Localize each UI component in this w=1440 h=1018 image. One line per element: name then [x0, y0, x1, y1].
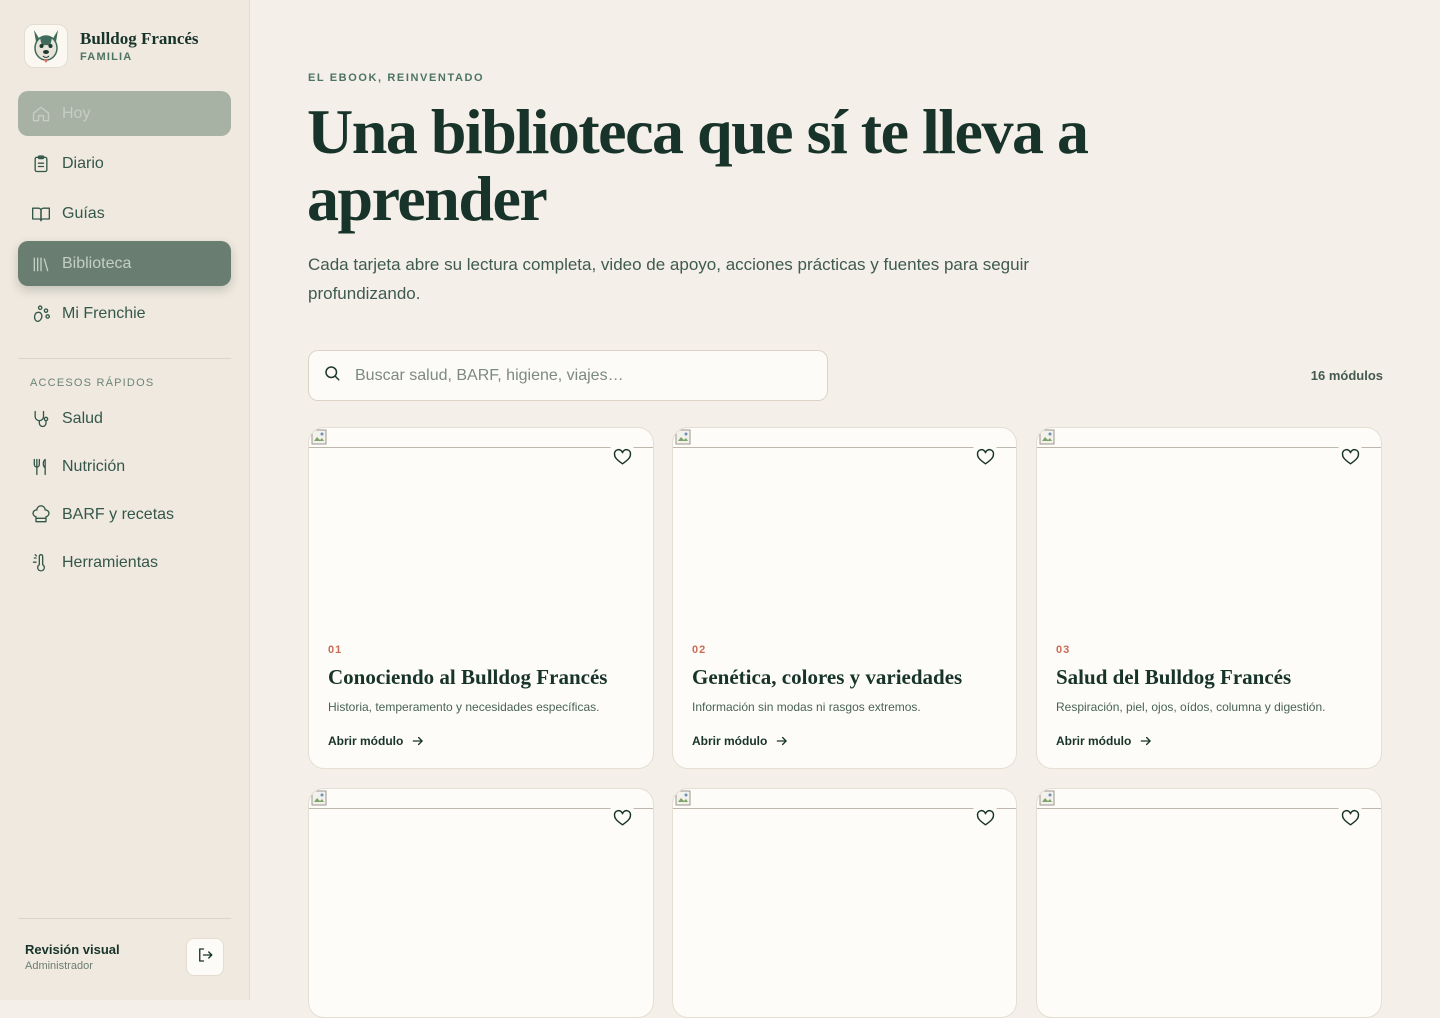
- module-description: Historia, temperamento y necesidades esp…: [328, 700, 600, 714]
- module-image: [1037, 428, 1381, 448]
- stethoscope-icon: [31, 409, 51, 429]
- nav-item-hoy[interactable]: Hoy: [18, 91, 231, 136]
- broken-image-icon: [1039, 429, 1055, 445]
- module-number: 02: [692, 644, 707, 656]
- quick-access-title: ACCESOS RÁPIDOS: [30, 377, 155, 389]
- paw-icon: [31, 304, 51, 324]
- module-number: 01: [328, 644, 343, 656]
- module-number: 03: [1056, 644, 1071, 656]
- brand[interactable]: Bulldog Francés FAMILIA: [24, 24, 199, 68]
- quick-item-nutricion[interactable]: Nutrición: [18, 445, 231, 488]
- user-name: Revisión visual: [25, 942, 120, 957]
- module-count: 16 módulos: [1310, 368, 1383, 383]
- favorite-button[interactable]: [607, 442, 637, 472]
- brand-subtitle: FAMILIA: [80, 51, 133, 63]
- sidebar: Bulldog Francés FAMILIA Hoy Diario Guías: [0, 0, 250, 1000]
- module-card[interactable]: 01 Conociendo al Bulldog Francés Histori…: [308, 427, 654, 769]
- quick-item-label: Herramientas: [62, 553, 159, 571]
- module-image: [673, 428, 1016, 448]
- quick-item-label: Nutrición: [62, 457, 126, 475]
- module-description: Respiración, piel, ojos, oídos, columna …: [1056, 700, 1326, 714]
- quick-item-label: BARF y recetas: [62, 505, 175, 523]
- arrow-right-icon: [1141, 736, 1152, 746]
- module-image: [309, 789, 653, 809]
- open-module-label: Abrir módulo: [1056, 734, 1132, 748]
- nav-item-label: Diario: [62, 154, 104, 172]
- broken-image-icon: [311, 429, 327, 445]
- arrow-right-icon: [777, 736, 788, 746]
- module-image: [1037, 789, 1381, 809]
- thermometer-icon: [31, 553, 51, 573]
- main-nav: Hoy Diario Guías Biblioteca Mi Frenchie: [18, 91, 231, 341]
- library-icon: [31, 254, 51, 274]
- module-card[interactable]: [1036, 788, 1382, 1018]
- nav-item-label: Hoy: [62, 104, 91, 122]
- heart-icon: [976, 809, 994, 826]
- broken-image-icon: [675, 429, 691, 445]
- sidebar-divider: [18, 358, 231, 359]
- nav-item-diario[interactable]: Diario: [18, 141, 231, 186]
- search-icon: [323, 364, 341, 387]
- favorite-button[interactable]: [1335, 803, 1365, 833]
- quick-access-list: Salud Nutrición BARF y recetas Herramien…: [18, 397, 231, 589]
- utensils-icon: [31, 457, 51, 477]
- quick-item-barf[interactable]: BARF y recetas: [18, 493, 231, 536]
- nav-item-label: Guías: [62, 204, 105, 222]
- eyebrow: EL EBOOK, REINVENTADO: [308, 72, 485, 84]
- heart-icon: [1341, 448, 1359, 465]
- module-image: [309, 428, 653, 448]
- main-content: EL EBOOK, REINVENTADO Una biblioteca que…: [250, 0, 1440, 1018]
- heart-icon: [976, 448, 994, 465]
- broken-image-icon: [675, 790, 691, 806]
- logout-icon: [196, 946, 214, 969]
- module-title: Conociendo al Bulldog Francés: [328, 665, 608, 689]
- module-card[interactable]: [672, 788, 1017, 1018]
- open-book-icon: [31, 204, 51, 224]
- open-module-link[interactable]: Abrir módulo: [1056, 734, 1153, 748]
- chef-hat-icon: [31, 504, 51, 525]
- module-card[interactable]: [308, 788, 654, 1018]
- favorite-button[interactable]: [607, 803, 637, 833]
- arrow-right-icon: [413, 736, 424, 746]
- heart-icon: [613, 448, 631, 465]
- bulldog-logo-icon: [24, 24, 68, 68]
- heart-icon: [1341, 809, 1359, 826]
- broken-image-icon: [311, 790, 327, 806]
- nav-item-label: Biblioteca: [62, 254, 132, 272]
- module-card[interactable]: 02 Genética, colores y variedades Inform…: [672, 427, 1017, 769]
- module-description: Información sin modas ni rasgos extremos…: [692, 700, 921, 714]
- page-title: Una biblioteca que sí te lleva a aprende…: [307, 96, 1089, 234]
- quick-item-label: Salud: [62, 409, 103, 427]
- open-module-link[interactable]: Abrir módulo: [328, 734, 425, 748]
- search-input[interactable]: [353, 365, 793, 386]
- heart-icon: [613, 809, 631, 826]
- quick-item-herramientas[interactable]: Herramientas: [18, 541, 231, 584]
- open-module-label: Abrir módulo: [328, 734, 404, 748]
- module-title: Salud del Bulldog Francés: [1056, 665, 1292, 689]
- brand-name: Bulldog Francés: [80, 29, 199, 48]
- user-info: Revisión visual Administrador: [25, 942, 120, 972]
- open-module-link[interactable]: Abrir módulo: [692, 734, 789, 748]
- module-card[interactable]: 03 Salud del Bulldog Francés Respiración…: [1036, 427, 1382, 769]
- nav-item-label: Mi Frenchie: [62, 304, 146, 322]
- sidebar-divider: [18, 918, 231, 919]
- favorite-button[interactable]: [1335, 442, 1365, 472]
- nav-item-biblioteca[interactable]: Biblioteca: [18, 241, 231, 286]
- broken-image-icon: [1039, 790, 1055, 806]
- favorite-button[interactable]: [970, 803, 1000, 833]
- open-module-label: Abrir módulo: [692, 734, 768, 748]
- nav-item-guias[interactable]: Guías: [18, 191, 231, 236]
- home-icon: [31, 104, 51, 124]
- search-box[interactable]: [308, 350, 828, 401]
- page-subtitle: Cada tarjeta abre su lectura completa, v…: [308, 255, 1030, 303]
- nav-item-mi-frenchie[interactable]: Mi Frenchie: [18, 291, 231, 336]
- module-title: Genética, colores y variedades: [692, 665, 963, 689]
- quick-item-salud[interactable]: Salud: [18, 397, 231, 440]
- module-image: [673, 789, 1016, 809]
- favorite-button[interactable]: [970, 442, 1000, 472]
- logout-button[interactable]: [186, 938, 224, 976]
- clipboard-icon: [31, 154, 51, 174]
- user-role: Administrador: [25, 960, 93, 972]
